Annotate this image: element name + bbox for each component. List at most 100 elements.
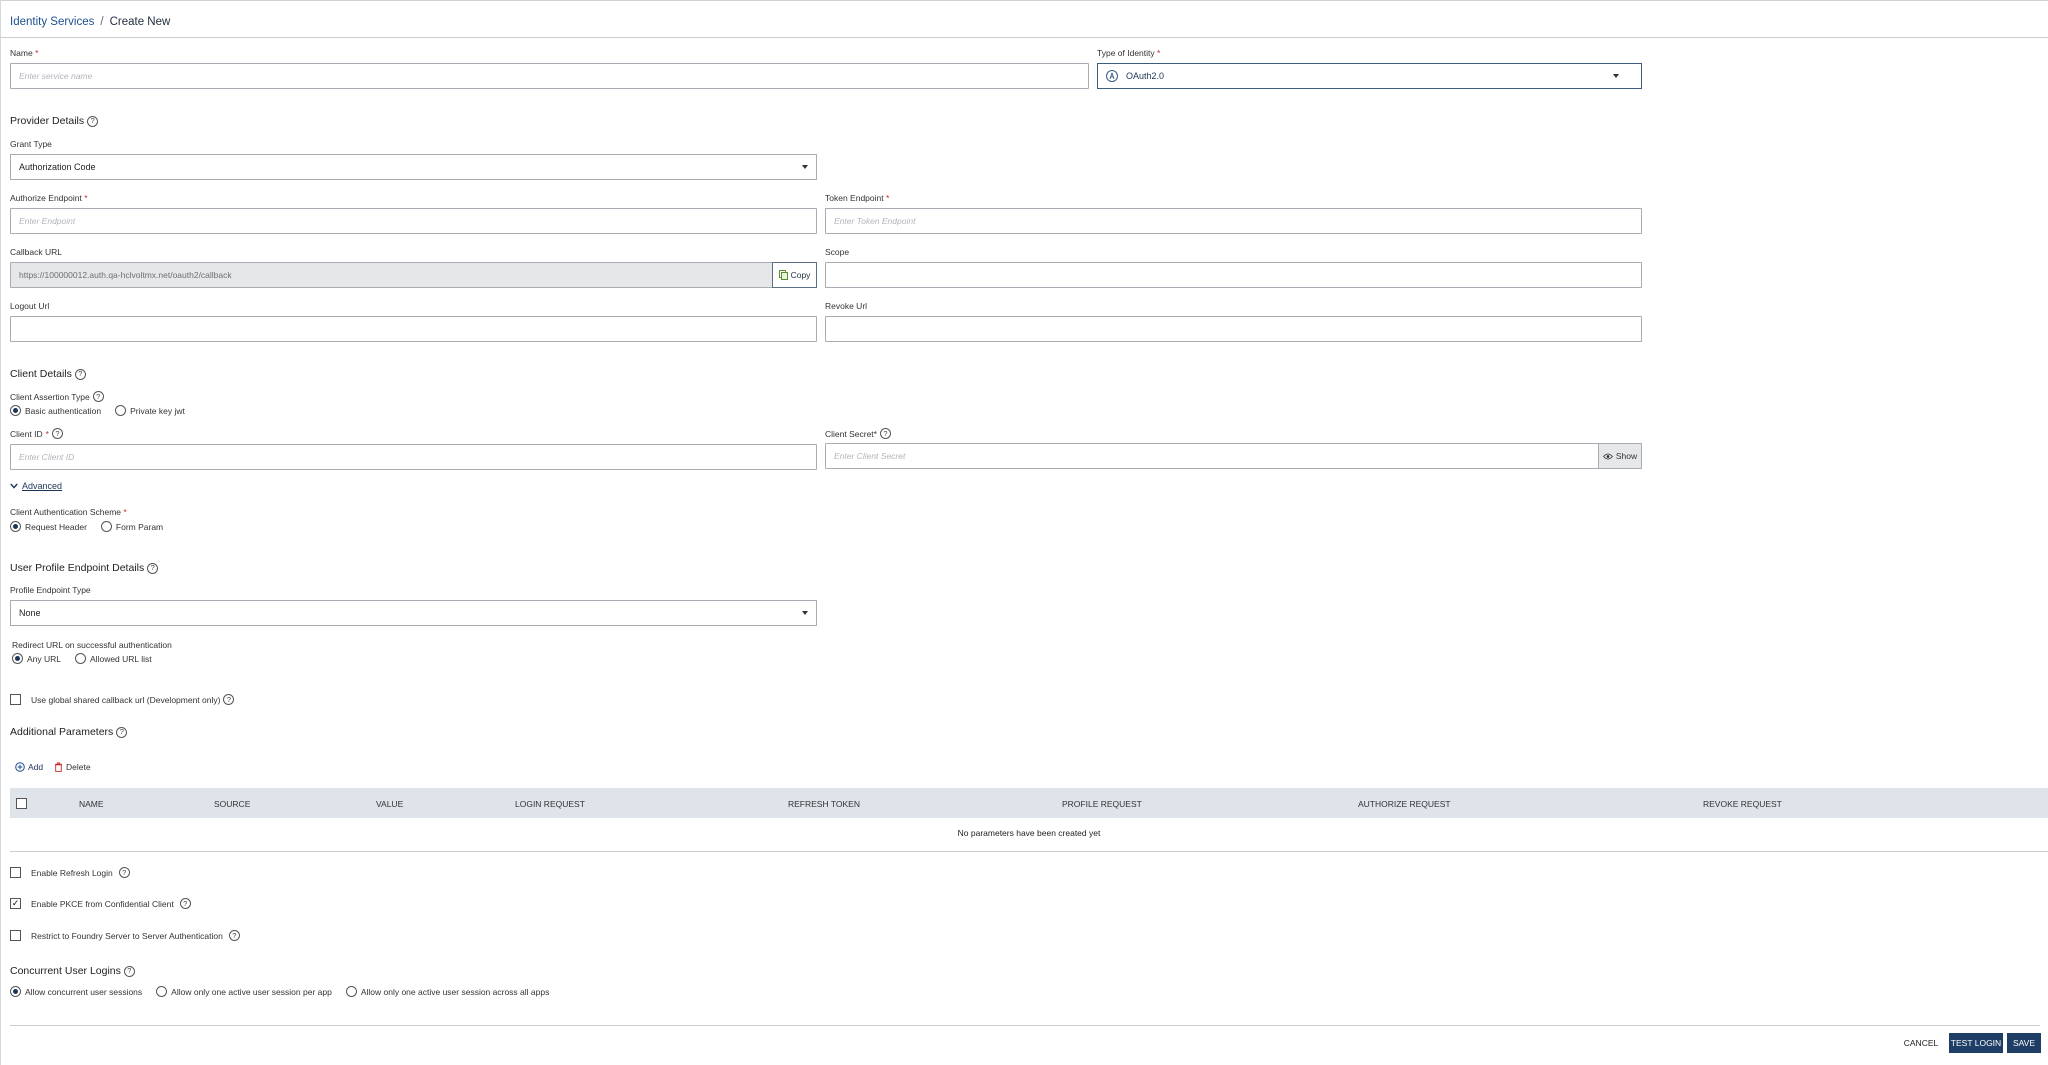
- help-icon[interactable]: ?: [118, 867, 130, 878]
- radio-label: Private key jwt: [130, 405, 185, 416]
- radio-allow-concurrent[interactable]: [10, 986, 21, 997]
- help-icon[interactable]: ?: [116, 726, 128, 738]
- test-login-button[interactable]: TEST LOGIN: [1949, 1033, 2003, 1053]
- redirect-url-group: Any URL Allowed URL list: [12, 653, 152, 664]
- restrict-label: Restrict to Foundry Server to Server Aut…: [31, 930, 223, 941]
- help-icon[interactable]: ?: [228, 930, 240, 941]
- chevron-down-icon: [802, 611, 808, 615]
- radio-label: Basic authentication: [25, 405, 102, 416]
- global-callback-row: Use global shared callback url (Developm…: [10, 694, 235, 705]
- client-auth-scheme-label: Client Authentication Scheme *: [10, 507, 127, 517]
- identity-type-select[interactable]: OAuth2.0: [1097, 63, 1642, 89]
- callback-url-label: Callback URL: [10, 247, 62, 257]
- help-icon[interactable]: ?: [223, 694, 235, 705]
- scope-input[interactable]: [825, 262, 1642, 288]
- radio-one-session-all-apps[interactable]: [345, 986, 357, 997]
- additional-params-heading: Additional Parameters?: [10, 726, 128, 738]
- global-callback-label: Use global shared callback url (Developm…: [31, 694, 221, 705]
- breadcrumb-current: Create New: [109, 16, 171, 28]
- chevron-down-icon: [10, 483, 18, 489]
- radio-form-param[interactable]: [100, 521, 112, 532]
- radio-request-header[interactable]: [10, 521, 21, 532]
- column-header: PROFILE REQUEST: [1062, 799, 1142, 809]
- params-table-header: NAME SOURCE VALUE LOGIN REQUEST REFRESH …: [10, 788, 2048, 818]
- client-id-input[interactable]: Enter Client ID: [10, 444, 817, 470]
- authorize-endpoint-label: Authorize Endpoint *: [10, 193, 88, 203]
- left-border: [0, 0, 1, 1065]
- logout-url-input[interactable]: [10, 316, 817, 342]
- cancel-button[interactable]: CANCEL: [1900, 1033, 1942, 1053]
- help-icon[interactable]: ?: [74, 368, 86, 380]
- checkmark-icon: ✓: [11, 898, 20, 908]
- show-secret-button[interactable]: Show: [1598, 443, 1642, 469]
- add-param-button[interactable]: Add: [15, 762, 43, 772]
- refresh-login-label: Enable Refresh Login: [31, 867, 113, 878]
- token-endpoint-input[interactable]: Enter Token Endpoint: [825, 208, 1642, 234]
- refresh-login-row: Enable Refresh Login?: [10, 867, 130, 878]
- column-header: SOURCE: [214, 799, 251, 809]
- column-header: REFRESH TOKEN: [788, 799, 860, 809]
- profile-endpoint-type-select[interactable]: None: [10, 600, 817, 626]
- client-assertion-type-label: Client Assertion Type?: [10, 391, 104, 402]
- help-icon[interactable]: ?: [92, 391, 104, 402]
- client-id-label: Client ID *?: [10, 428, 63, 439]
- radio-allowed-url-list[interactable]: [75, 653, 87, 664]
- revoke-url-input[interactable]: [825, 316, 1642, 342]
- footer-divider: [10, 1025, 2040, 1026]
- callback-url-input: https://100000012.auth.qa-hclvoltmx.net/…: [10, 262, 773, 288]
- scope-label: Scope: [825, 247, 850, 257]
- radio-private-key-jwt[interactable]: [115, 405, 127, 416]
- oauth-icon: [1106, 70, 1118, 82]
- copy-button[interactable]: Copy: [772, 262, 817, 288]
- pkce-checkbox[interactable]: ✓: [10, 898, 21, 909]
- logout-url-label: Logout Url: [10, 301, 50, 311]
- breadcrumb: Identity Services / Create New: [10, 16, 170, 28]
- advanced-toggle[interactable]: Advanced: [10, 481, 62, 491]
- restrict-checkbox[interactable]: [10, 930, 21, 941]
- revoke-url-label: Revoke Url: [825, 301, 868, 311]
- help-icon[interactable]: ?: [147, 562, 159, 574]
- pkce-label: Enable PKCE from Confidential Client: [31, 898, 174, 909]
- copy-icon: [778, 270, 788, 280]
- empty-table-message: No parameters have been created yet: [957, 828, 1101, 838]
- radio-basic-authentication[interactable]: [10, 405, 21, 416]
- authorize-endpoint-input[interactable]: Enter Endpoint: [10, 208, 817, 234]
- select-all-checkbox[interactable]: [16, 798, 27, 809]
- radio-label: Request Header: [25, 521, 87, 532]
- column-header: REVOKE REQUEST: [1703, 799, 1782, 809]
- client-details-heading: Client Details?: [10, 368, 86, 380]
- token-endpoint-label: Token Endpoint *: [825, 193, 890, 203]
- help-icon[interactable]: ?: [179, 898, 191, 909]
- name-input[interactable]: Enter service name: [10, 63, 1089, 89]
- help-icon[interactable]: ?: [123, 965, 135, 977]
- name-label: Name *: [10, 48, 39, 58]
- column-header: LOGIN REQUEST: [515, 799, 585, 809]
- add-circle-icon: [15, 762, 25, 772]
- concurrent-logins-group: Allow concurrent user sessions Allow onl…: [10, 986, 549, 997]
- grant-type-select[interactable]: Authorization Code: [10, 154, 817, 180]
- save-button[interactable]: SAVE: [2007, 1033, 2041, 1053]
- radio-label: Allow concurrent user sessions: [25, 986, 143, 997]
- redirect-url-label: Redirect URL on successful authenticatio…: [12, 640, 172, 650]
- refresh-login-checkbox[interactable]: [10, 867, 21, 878]
- client-auth-scheme-group: Request Header Form Param: [10, 521, 163, 532]
- radio-label: Allow only one active user session per a…: [171, 986, 332, 997]
- help-icon[interactable]: ?: [87, 115, 99, 127]
- chevron-down-icon: [1613, 74, 1619, 78]
- client-secret-input[interactable]: Enter Client Secret: [825, 443, 1599, 469]
- help-icon[interactable]: ?: [879, 428, 891, 439]
- identity-type-label: Type of Identity *: [1097, 48, 1161, 58]
- top-border: [0, 0, 2048, 1]
- concurrent-logins-heading: Concurrent User Logins?: [10, 965, 135, 977]
- help-icon[interactable]: ?: [51, 428, 63, 439]
- eye-icon: [1602, 453, 1613, 459]
- chevron-down-icon: [802, 165, 808, 169]
- grant-type-label: Grant Type: [10, 139, 52, 149]
- global-callback-checkbox[interactable]: [10, 694, 21, 705]
- client-secret-label: Client Secret*?: [825, 428, 891, 439]
- radio-any-url[interactable]: [12, 653, 23, 664]
- provider-details-heading: Provider Details?: [10, 115, 99, 127]
- breadcrumb-root-link[interactable]: Identity Services: [10, 16, 94, 28]
- delete-param-button[interactable]: Delete: [54, 762, 91, 772]
- radio-one-session-per-app[interactable]: [156, 986, 168, 997]
